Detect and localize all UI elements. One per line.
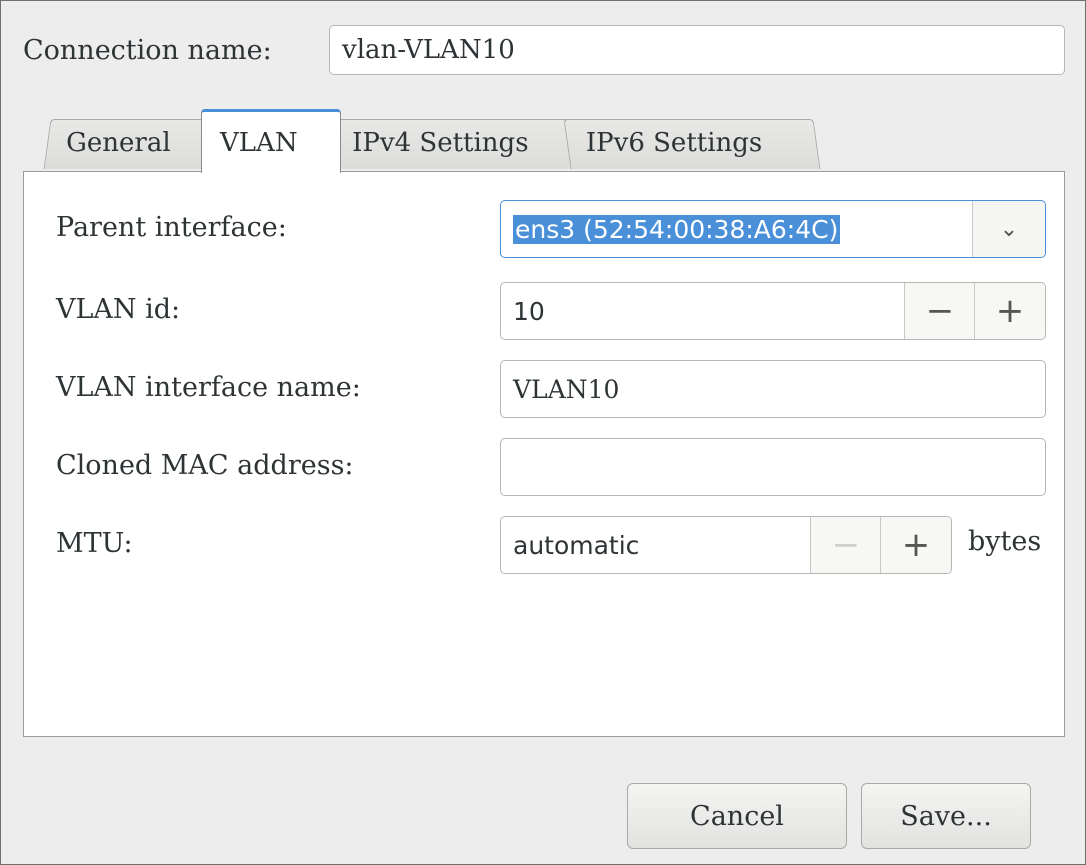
minus-icon: −: [810, 517, 881, 573]
plus-icon[interactable]: +: [974, 283, 1045, 339]
tab-ipv6-settings[interactable]: IPv6 Settings: [563, 119, 821, 169]
vlan-id-value: 10: [513, 297, 545, 326]
vlan-interface-name-value: VLAN10: [513, 375, 620, 404]
tab-general[interactable]: General: [43, 119, 213, 169]
parent-interface-combo[interactable]: ens3 (52:54:00:38:A6:4C) ⌄: [500, 200, 1046, 258]
parent-interface-value: ens3 (52:54:00:38:A6:4C): [513, 215, 841, 244]
tab-vlan-label: VLAN: [220, 128, 298, 158]
connection-name-value: vlan-VLAN10: [342, 35, 515, 65]
plus-icon[interactable]: +: [880, 517, 951, 573]
tab-ipv4-settings[interactable]: IPv4 Settings: [329, 119, 587, 169]
tab-ipv4-label: IPv4 Settings: [352, 128, 529, 158]
vlan-interface-name-input[interactable]: VLAN10: [500, 360, 1046, 418]
mtu-value: automatic: [513, 531, 640, 560]
mtu-unit-label: bytes: [968, 526, 1042, 557]
cloned-mac-input[interactable]: [500, 438, 1046, 496]
cancel-button[interactable]: Cancel: [627, 783, 847, 849]
vlan-interface-name-label: VLAN interface name:: [56, 372, 361, 403]
connection-name-label: Connection name:: [23, 35, 272, 66]
parent-interface-label: Parent interface:: [56, 212, 287, 243]
save-button[interactable]: Save...: [861, 783, 1031, 849]
minus-icon[interactable]: −: [904, 283, 975, 339]
vlan-id-label: VLAN id:: [56, 294, 181, 325]
vlan-settings-panel: Parent interface: ens3 (52:54:00:38:A6:4…: [23, 171, 1065, 737]
tab-general-label: General: [66, 128, 171, 158]
parent-interface-selected-text: ens3 (52:54:00:38:A6:4C): [513, 215, 841, 244]
tab-ipv6-label: IPv6 Settings: [585, 128, 763, 158]
mtu-spinbutton[interactable]: automatic − +: [500, 516, 952, 574]
connection-name-input[interactable]: vlan-VLAN10: [329, 25, 1065, 75]
connection-editor-window: Connection name: vlan-VLAN10 General IPv…: [0, 0, 1086, 865]
vlan-id-spinbutton[interactable]: 10 − +: [500, 282, 1046, 340]
tab-vlan[interactable]: VLAN: [201, 109, 341, 173]
cloned-mac-label: Cloned MAC address:: [56, 450, 354, 481]
mtu-label: MTU:: [56, 528, 133, 559]
chevron-down-icon[interactable]: ⌄: [972, 201, 1045, 257]
